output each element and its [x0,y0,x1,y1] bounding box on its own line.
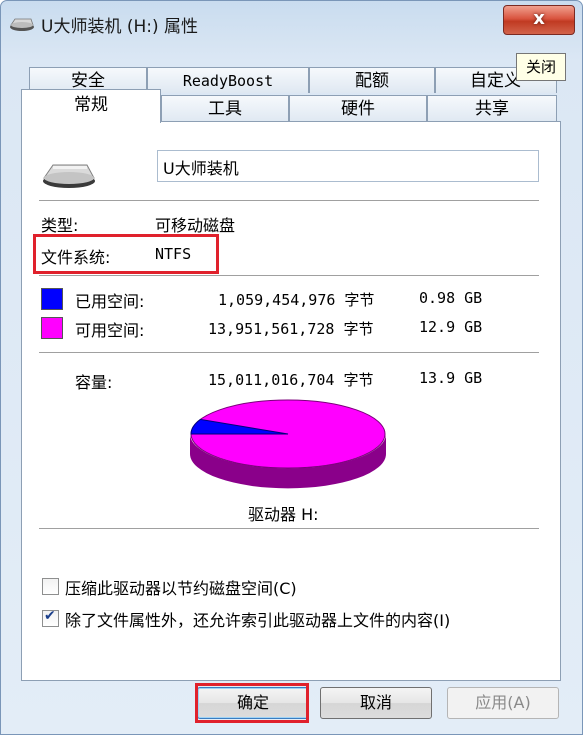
close-icon: x [533,8,545,29]
free-space-swatch [41,317,63,339]
title-bar: U大师装机 (H:) 属性 x [1,1,583,45]
type-value: 可移动磁盘 [155,216,236,235]
ok-highlight-box [195,683,309,723]
index-contents-checkbox[interactable] [42,608,59,627]
filesystem-highlight-box [33,234,219,274]
drive-label: 驱动器 H: [248,505,319,524]
compress-drive-label[interactable]: 压缩此驱动器以节约磁盘空间(C) [65,575,297,599]
compress-drive-checkbox[interactable] [42,578,59,595]
free-space-size: 12.9 GB [419,318,483,336]
window-title: U大师装机 (H:) 属性 [41,17,199,37]
removable-drive-icon [43,164,95,188]
separator [39,200,539,201]
type-label: 类型: [41,216,79,235]
separator [39,528,539,529]
separator [39,352,539,353]
used-space-swatch [41,288,63,310]
tab-sharing[interactable]: 共享 [427,95,557,122]
index-contents-label[interactable]: 除了文件属性外，还允许索引此驱动器上文件的内容(I) [65,607,450,631]
tab-general[interactable]: 常规 [21,89,161,123]
free-space-bytes: 13,951,561,728 字节 [208,320,374,338]
tab-tools[interactable]: 工具 [161,95,289,122]
free-space-label: 可用空间: [75,321,145,340]
properties-window: U大师装机 (H:) 属性 x 关闭 安全 ReadyBoost 配额 自定义 … [0,0,583,735]
cancel-button[interactable]: 取消 [320,687,432,719]
close-button[interactable]: x [503,5,575,35]
capacity-size: 13.9 GB [419,369,483,387]
separator [39,275,539,276]
apply-button[interactable]: 应用(A) [447,687,559,719]
used-space-size: 0.98 GB [419,289,483,307]
drive-icon [10,18,34,31]
disk-usage-pie-chart [190,399,386,489]
used-space-bytes: 1,059,454,976 字节 [218,291,375,309]
tab-quota[interactable]: 配额 [309,67,435,93]
volume-name-input[interactable]: U大师装机 [157,150,539,182]
capacity-bytes: 15,011,016,704 字节 [208,371,374,389]
capacity-label: 容量: [75,373,113,392]
tab-readyboost[interactable]: ReadyBoost [147,67,309,93]
tab-hardware[interactable]: 硬件 [289,95,427,122]
close-tooltip: 关闭 [516,53,566,81]
used-space-label: 已用空间: [75,292,145,311]
